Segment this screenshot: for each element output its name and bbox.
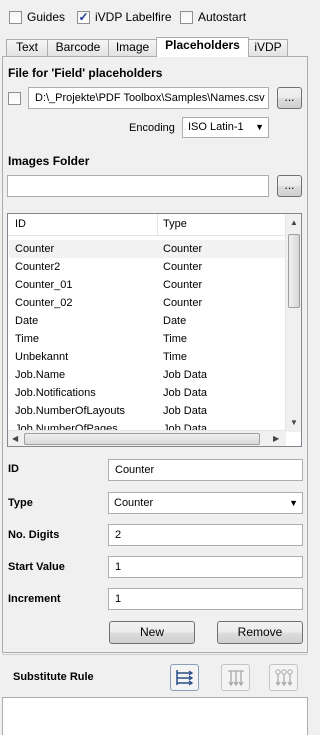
substitute-circuit-button[interactable] xyxy=(269,664,298,691)
list-item-id: Job.Notifications xyxy=(15,387,96,399)
type-label: Type xyxy=(8,497,33,509)
tab-bar: Text Barcode Image Placeholders iVDP xyxy=(6,37,306,57)
list-item-type: Date xyxy=(163,315,187,327)
autostart-label: Autostart xyxy=(198,10,247,24)
list-horizontal-scrollbar[interactable]: ◀ ▶ xyxy=(8,430,286,446)
list-item-type: Counter xyxy=(163,243,203,255)
list-item[interactable]: Job.NumberOfLayouts Job Data xyxy=(9,402,287,420)
encoding-select[interactable]: ISO Latin-1 ▼ xyxy=(182,117,269,138)
list-item-type: Job Data xyxy=(163,405,208,417)
id-input[interactable]: Counter xyxy=(108,459,303,481)
list-item-type: Counter xyxy=(163,261,203,273)
list-item-id: Counter_02 xyxy=(15,297,73,309)
autostart-checkbox[interactable] xyxy=(180,10,193,24)
list-item-id: Time xyxy=(15,333,40,345)
images-folder-input[interactable] xyxy=(7,175,269,197)
list-item-id: Date xyxy=(15,315,39,327)
tab-barcode[interactable]: Barcode xyxy=(47,39,109,56)
placeholder-list[interactable]: ID Type Counter Counter Counter2 Counter C… xyxy=(7,213,302,447)
list-item-type: Job Data xyxy=(163,369,208,381)
scroll-up-icon[interactable]: ▲ xyxy=(290,218,298,227)
images-folder-browse-button[interactable]: ... xyxy=(277,175,302,197)
branch-arrows-icon xyxy=(175,669,193,686)
encoding-value: ISO Latin-1 xyxy=(188,121,244,133)
increment-input[interactable]: 1 xyxy=(108,588,303,610)
node-arrows-icon xyxy=(274,668,293,686)
scroll-right-icon[interactable]: ▶ xyxy=(273,434,279,443)
substitute-rule-area[interactable] xyxy=(2,697,308,735)
images-folder-title: Images Folder xyxy=(8,154,90,168)
list-item[interactable]: Time Time xyxy=(9,330,287,348)
list-item[interactable]: Counter Counter xyxy=(9,240,287,258)
guides-checkbox[interactable] xyxy=(9,10,22,24)
scroll-down-icon[interactable]: ▼ xyxy=(290,418,298,427)
substitute-branch-button[interactable] xyxy=(170,664,199,691)
field-file-path-input[interactable]: D:\_Projekte\PDF Toolbox\Samples\Names.c… xyxy=(28,87,269,109)
list-item[interactable]: Unbekannt Time xyxy=(9,348,287,366)
list-item-type: Time xyxy=(163,351,188,363)
list-item[interactable]: Counter_02 Counter xyxy=(9,294,287,312)
list-item[interactable]: Job.Name Job Data xyxy=(9,366,287,384)
digits-label: No. Digits xyxy=(8,529,60,541)
list-item-type: Counter xyxy=(163,297,203,309)
tab-ivdp[interactable]: iVDP xyxy=(248,39,288,56)
guides-label: Guides xyxy=(27,10,66,24)
ivdp-labelfire-option[interactable]: iVDP Labelfire xyxy=(77,10,172,24)
tab-image[interactable]: Image xyxy=(108,39,157,56)
list-item-id: Counter2 xyxy=(15,261,61,273)
chevron-down-icon: ▼ xyxy=(255,122,264,132)
type-select[interactable]: Counter ▼ xyxy=(108,492,303,514)
substitute-parallel-button[interactable] xyxy=(221,664,250,691)
id-label: ID xyxy=(8,463,19,475)
list-item-type: Job Data xyxy=(163,387,208,399)
list-item[interactable]: Counter2 Counter xyxy=(9,258,287,276)
ivdp-labelfire-label: iVDP Labelfire xyxy=(95,10,172,24)
ivdp-labelfire-checkbox[interactable] xyxy=(77,10,90,24)
scroll-left-icon[interactable]: ◀ xyxy=(12,434,18,443)
column-header-type[interactable]: Type xyxy=(163,218,187,230)
start-value-input[interactable]: 1 xyxy=(108,556,303,578)
start-value-label: Start Value xyxy=(8,561,65,573)
vertical-scroll-thumb[interactable] xyxy=(288,234,300,308)
list-item-id: Counter_01 xyxy=(15,279,73,291)
list-item-type: Time xyxy=(163,333,188,345)
list-item-type: Counter xyxy=(163,279,203,291)
list-item-id: Counter xyxy=(15,243,55,255)
field-file-checkbox[interactable] xyxy=(8,92,21,105)
tab-placeholders[interactable]: Placeholders xyxy=(156,37,249,57)
increment-label: Increment xyxy=(8,593,61,605)
field-file-browse-button[interactable]: ... xyxy=(277,87,302,109)
list-item[interactable]: Counter_01 Counter xyxy=(9,276,287,294)
autostart-option[interactable]: Autostart xyxy=(180,10,246,24)
new-button[interactable]: New xyxy=(109,621,195,644)
field-file-title: File for 'Field' placeholders xyxy=(8,66,163,80)
remove-button[interactable]: Remove xyxy=(217,621,303,644)
guides-option[interactable]: Guides xyxy=(9,10,65,24)
list-item-id: Job.Name xyxy=(15,369,66,381)
horizontal-scroll-thumb[interactable] xyxy=(24,433,260,445)
encoding-label: Encoding xyxy=(129,122,175,134)
parallel-down-arrows-icon xyxy=(227,669,244,686)
column-divider[interactable] xyxy=(157,214,158,236)
list-item-id: Unbekannt xyxy=(15,351,69,363)
list-header: ID Type xyxy=(8,214,288,236)
column-header-id[interactable]: ID xyxy=(15,218,26,230)
list-item-id: Job.NumberOfLayouts xyxy=(15,405,126,417)
list-item[interactable]: Job.Notifications Job Data xyxy=(9,384,287,402)
chevron-down-icon: ▼ xyxy=(289,498,298,508)
section-divider xyxy=(2,654,308,655)
list-vertical-scrollbar[interactable]: ▲ ▼ xyxy=(285,214,301,432)
digits-input[interactable]: 2 xyxy=(108,524,303,546)
type-value: Counter xyxy=(114,497,154,509)
substitute-rule-title: Substitute Rule xyxy=(13,671,94,683)
tab-text[interactable]: Text xyxy=(6,39,48,56)
list-item[interactable]: Date Date xyxy=(9,312,287,330)
